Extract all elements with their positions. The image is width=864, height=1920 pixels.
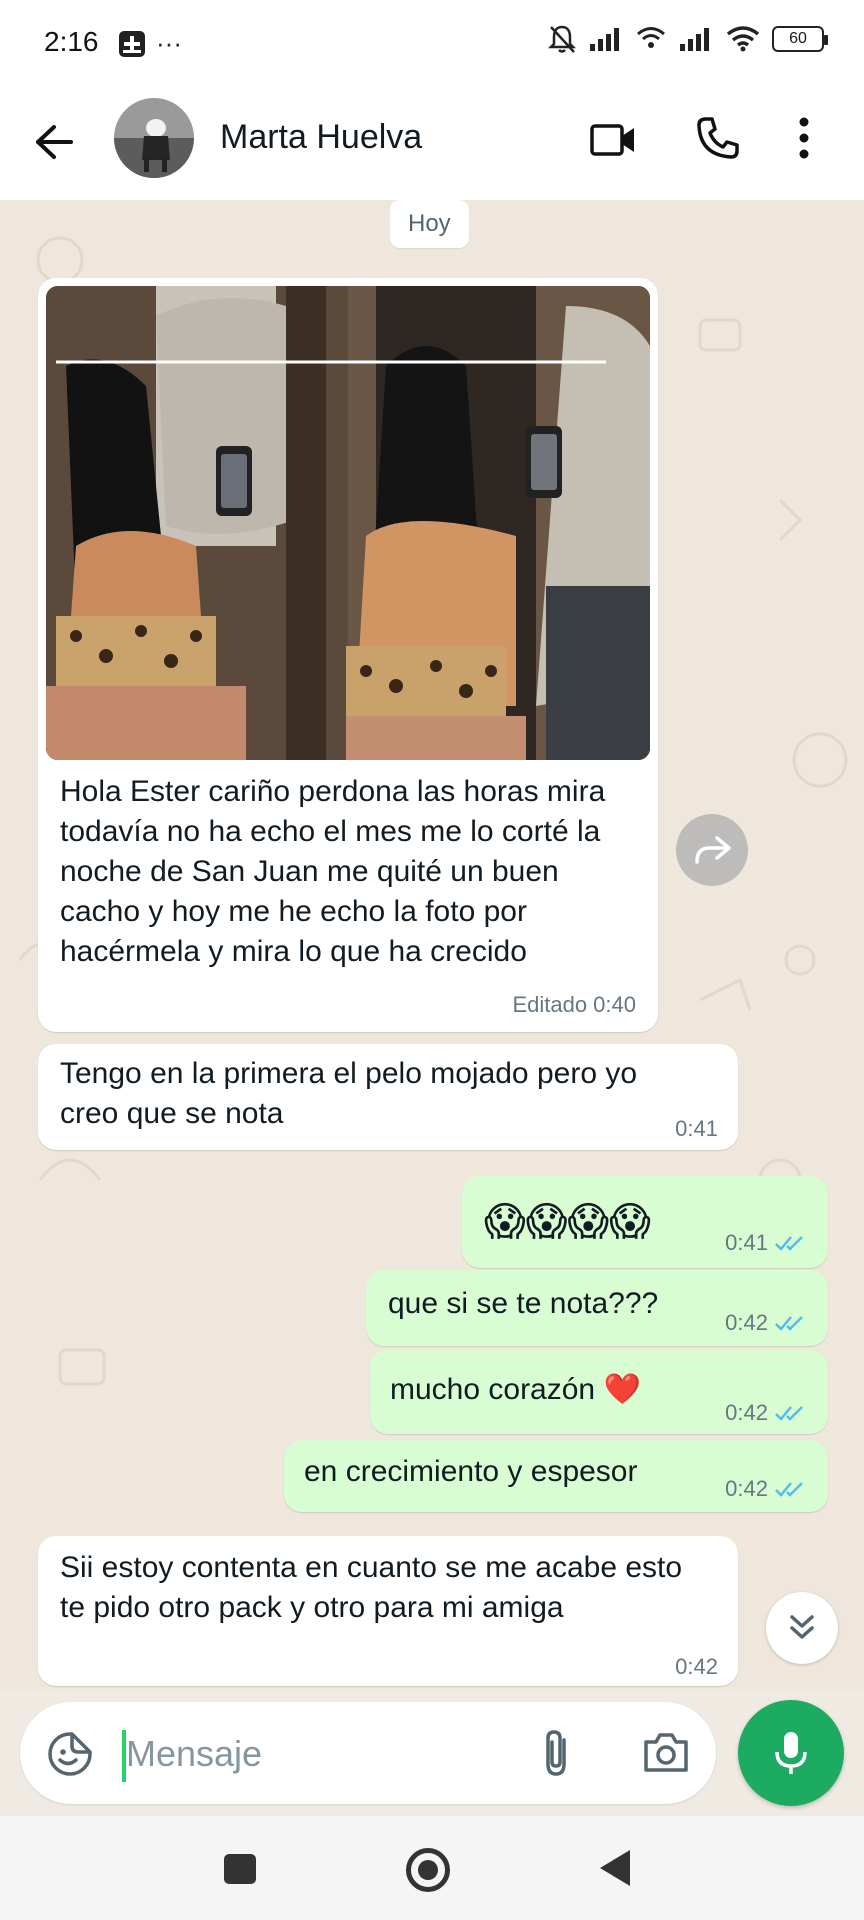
chat-header: Marta Huelva	[0, 90, 864, 200]
bell-off-icon	[548, 25, 576, 53]
day-separator: Hoy	[390, 200, 469, 248]
more-options-button[interactable]	[796, 116, 812, 165]
message-meta: 0:42	[725, 1476, 808, 1502]
chat-area[interactable]: Hoy Hola Ester cariño perdona las horas …	[0, 200, 864, 1690]
video-call-button[interactable]	[590, 120, 636, 165]
system-back-button[interactable]	[600, 1850, 630, 1886]
back-button[interactable]	[30, 118, 78, 166]
message-timestamp: 0:42	[725, 1400, 768, 1425]
message-timestamp: 0:42	[675, 1654, 718, 1679]
contact-name[interactable]: Marta Huelva	[220, 118, 422, 157]
message-meta: 0:41	[725, 1230, 808, 1256]
message-text: 😱😱😱😱	[484, 1200, 651, 1244]
camera-icon	[644, 1733, 688, 1772]
medical-plus-icon	[119, 30, 145, 57]
photo-image	[46, 286, 650, 760]
sticker-button[interactable]	[46, 1730, 94, 1783]
message-timestamp: 0:41	[725, 1230, 768, 1255]
signal-icon	[590, 28, 619, 51]
status-bar: 2:16 ··· 60	[0, 0, 864, 90]
message-text: Hola Ester cariño perdona las horas mira…	[60, 775, 606, 968]
message-text: que si se te nota???	[388, 1287, 659, 1320]
home-button[interactable]	[406, 1848, 450, 1892]
double-check-icon	[775, 1236, 803, 1251]
message-timestamp: 0:41	[675, 1116, 718, 1141]
status-time: 2:16	[44, 26, 99, 57]
outgoing-message[interactable]: que si se te nota??? 0:42	[366, 1270, 828, 1346]
double-check-icon	[775, 1316, 803, 1331]
message-input[interactable]	[126, 1726, 546, 1782]
message-text: Sii estoy contenta en cuanto se me acabe…	[60, 1551, 683, 1624]
message-text: Tengo en la primera el pelo mojado pero …	[60, 1057, 638, 1130]
message-photo[interactable]	[46, 286, 650, 760]
message-meta: 0:42	[725, 1400, 808, 1426]
voice-message-button[interactable]	[738, 1700, 844, 1806]
message-time: 0:41	[675, 1116, 718, 1142]
forward-button[interactable]	[676, 814, 748, 886]
incoming-message[interactable]: Sii estoy contenta en cuanto se me acabe…	[38, 1536, 738, 1686]
scroll-to-bottom-button[interactable]	[766, 1592, 838, 1664]
message-time: Editado 0:40	[512, 992, 636, 1018]
message-text: en crecimiento y espesor	[304, 1455, 638, 1488]
phone-icon	[697, 117, 739, 159]
video-camera-icon	[590, 124, 634, 156]
message-time: 0:42	[675, 1654, 718, 1680]
attach-button[interactable]	[536, 1728, 576, 1785]
paperclip-icon	[546, 1730, 566, 1776]
status-right-icons: 60	[548, 24, 828, 54]
double-check-icon	[775, 1482, 803, 1497]
outgoing-message[interactable]: en crecimiento y espesor 0:42	[284, 1440, 828, 1512]
microphone-icon	[775, 1732, 807, 1774]
outgoing-message[interactable]: mucho corazón ❤️ 0:42	[370, 1350, 828, 1434]
battery-level: 60	[789, 30, 807, 47]
double-chevron-down-icon	[790, 1615, 814, 1639]
outgoing-message[interactable]: 😱😱😱😱 0:41	[462, 1176, 828, 1268]
message-timestamp: 0:42	[725, 1310, 768, 1335]
arrow-left-icon	[36, 125, 73, 159]
message-meta: 0:42	[725, 1310, 808, 1336]
contact-avatar[interactable]	[114, 98, 194, 178]
recent-apps-button[interactable]	[224, 1854, 256, 1884]
battery-indicator: 60	[772, 26, 828, 52]
more-vertical-icon	[799, 117, 809, 159]
message-composer	[20, 1702, 716, 1804]
wifi-calling-icon	[637, 27, 665, 48]
status-dots: ···	[156, 28, 182, 58]
signal-icon-2	[680, 28, 709, 51]
incoming-message-photo[interactable]: Hola Ester cariño perdona las horas mira…	[38, 278, 658, 1032]
sticker-icon	[48, 1732, 92, 1776]
message-timestamp: 0:42	[725, 1476, 768, 1501]
forward-icon	[695, 836, 731, 864]
avatar-image	[114, 98, 194, 178]
incoming-message[interactable]: Tengo en la primera el pelo mojado pero …	[38, 1044, 738, 1150]
system-nav-bar	[0, 1816, 864, 1920]
wifi-icon	[726, 26, 760, 52]
message-timestamp: Editado 0:40	[512, 992, 636, 1017]
message-text: mucho corazón ❤️	[390, 1373, 641, 1406]
status-left-icons: ···	[118, 28, 182, 59]
camera-button[interactable]	[642, 1730, 690, 1779]
voice-call-button[interactable]	[696, 116, 740, 165]
double-check-icon	[775, 1406, 803, 1421]
